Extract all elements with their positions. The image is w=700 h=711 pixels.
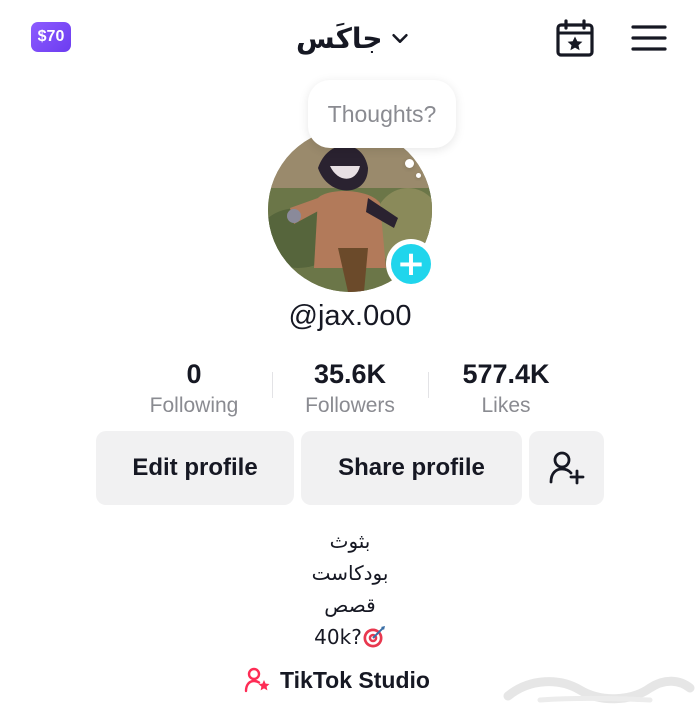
bio-line: قصص xyxy=(324,593,376,617)
bio-line: بثوث xyxy=(329,529,371,553)
stat-label: Following xyxy=(149,394,239,417)
thoughts-note-bubble[interactable]: Thoughts? xyxy=(308,80,456,148)
thought-tail-dot xyxy=(416,173,421,178)
account-name: جاكَس xyxy=(296,21,383,55)
add-story-button[interactable]: + xyxy=(386,239,436,289)
tiktok-studio-label: TikTok Studio xyxy=(280,666,430,693)
coin-balance-badge[interactable]: $70 xyxy=(31,22,71,52)
stat-label: Likes xyxy=(481,394,531,417)
stat-divider xyxy=(272,372,273,398)
stat-likes[interactable]: 577.4K Likes xyxy=(428,358,584,424)
profile-bio: بثوث بودكاست قصص 40k? xyxy=(0,525,700,653)
stat-value: 577.4K xyxy=(462,359,550,389)
add-friends-button[interactable] xyxy=(529,431,604,505)
profile-stats: 0 Following 35.6K Followers 577.4K Likes xyxy=(116,358,584,424)
hamburger-menu-icon[interactable] xyxy=(631,24,667,52)
stat-followers[interactable]: 35.6K Followers xyxy=(272,358,428,424)
stat-label: Followers xyxy=(305,394,395,417)
stat-divider xyxy=(428,372,429,398)
account-switcher[interactable]: جاكَس xyxy=(296,18,411,58)
edit-profile-button[interactable]: Edit profile xyxy=(96,431,294,505)
share-profile-button[interactable]: Share profile xyxy=(301,431,522,505)
thoughts-placeholder: Thoughts? xyxy=(327,100,437,127)
chevron-down-icon xyxy=(391,33,408,43)
tiktok-studio-link[interactable]: TikTok Studio xyxy=(244,663,430,697)
bio-line: بودكاست xyxy=(311,561,389,585)
plus-icon: + xyxy=(391,244,431,284)
stat-following[interactable]: 0 Following xyxy=(116,358,272,424)
calendar-star-icon[interactable] xyxy=(555,18,595,58)
direct-hit-target-icon xyxy=(363,626,385,648)
bio-goal-text: 40k? xyxy=(314,625,362,649)
creator-star-icon xyxy=(244,667,270,693)
watermark-logo xyxy=(503,676,695,704)
thought-tail-dot xyxy=(405,159,414,168)
stat-value: 0 xyxy=(186,359,202,389)
bio-goal-line: 40k? xyxy=(0,621,700,653)
add-user-icon xyxy=(549,451,584,485)
stat-value: 35.6K xyxy=(313,359,387,389)
username: @jax.0o0 xyxy=(288,300,412,332)
